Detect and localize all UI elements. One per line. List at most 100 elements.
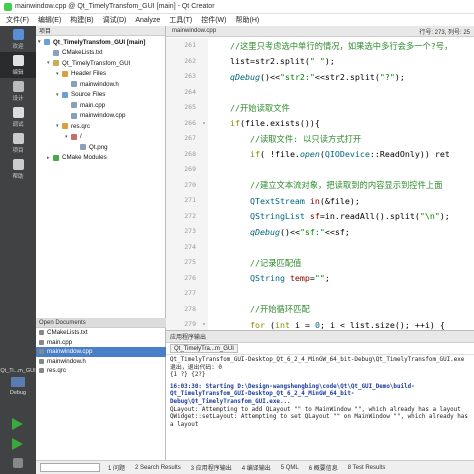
window-title: mainwindow.cpp @ Qt_TimelyTransfom_GUI [… (15, 3, 215, 10)
status-tab[interactable]: 4 编译输出 (242, 463, 271, 472)
code-text: //记录匹配值 (249, 257, 302, 268)
mode-wrench[interactable]: 项目 (0, 130, 36, 156)
line-number: 278 (166, 301, 200, 317)
code-line[interactable]: 261 //这里只考虑选中单行的情况，如果选中多行会多一个?号， (166, 38, 474, 54)
line-number: 273 (166, 224, 200, 240)
folder-icon (62, 70, 68, 77)
code-editor[interactable]: mainwindow.cpp 行号: 273, 列号: 25 261 //这里只… (166, 26, 474, 426)
status-tab[interactable]: 6 概要信息 (309, 463, 338, 472)
code-line[interactable]: 271 QTextStream in(&file); (166, 193, 474, 209)
code-line[interactable]: 266 ▾ if(file.exists()){ (166, 115, 474, 131)
line-number: 265 (166, 100, 200, 116)
menu-item[interactable]: 工具(T) (169, 15, 192, 25)
tree-item[interactable]: ▸ CMake Modules (36, 153, 165, 164)
folder-icon (53, 60, 59, 67)
tree-item[interactable]: main.cpp (36, 100, 165, 111)
editor-toolbar: mainwindow.cpp 行号: 273, 列号: 25 (166, 26, 474, 37)
tree-item[interactable]: ▾ Header Files (36, 69, 165, 80)
tree-item[interactable]: ▾ / (36, 132, 165, 143)
tree-item[interactable]: Qt.png (36, 142, 165, 153)
code-line[interactable]: 262 list=str2.split(" "); (166, 53, 474, 69)
open-document-label: main.cpp (47, 338, 73, 346)
output-line: QLayout: Attempting to add QLayout "" to… (170, 406, 461, 413)
mode-help[interactable]: 帮助 (0, 156, 36, 182)
file-icon (39, 339, 44, 345)
tree-item[interactable]: mainwindow.h (36, 79, 165, 90)
menu-item[interactable]: 调试(D) (103, 15, 127, 25)
tree-item[interactable]: ▾ Source Files (36, 90, 165, 101)
tree-item-label: Qt.png (89, 143, 108, 151)
mode-label: 项目 (12, 147, 24, 154)
tree-item[interactable]: ▾ res.qrc (36, 121, 165, 132)
status-tab[interactable]: 3 应用程序输出 (191, 463, 232, 472)
line-number: 276 (166, 270, 200, 286)
run-icon[interactable] (12, 418, 23, 430)
project-panel: 项目 ▾ Qt_TimelyTransfom_GUI [main] CMakeLis… (36, 26, 166, 460)
code-line[interactable]: 263 qDebug()<<"str2:"<<str2.split("?"); (166, 69, 474, 85)
mode-pencil[interactable]: 设计 (0, 78, 36, 104)
status-tab[interactable]: 2 Search Results (135, 465, 181, 471)
file-icon (39, 330, 44, 336)
line-number: 262 (166, 53, 200, 69)
code-line[interactable]: 268 if( !file.open(QIODevice::ReadOnly))… (166, 146, 474, 162)
kit-project: Qt_Ti...m_GUI (0, 368, 36, 374)
menu-item[interactable]: 帮助(H) (236, 15, 260, 25)
code-text: QStringList sf=in.readAll().split("\n"); (249, 211, 450, 222)
code-text: //开始循环匹配 (249, 304, 310, 315)
folder-icon (44, 39, 50, 46)
open-document-item[interactable]: mainwindow.h (36, 357, 166, 367)
tree-item[interactable]: mainwindow.cpp (36, 111, 165, 122)
code-line[interactable]: 273 qDebug()<<"sf:"<<sf; (166, 224, 474, 240)
code-line[interactable]: 275 //记录匹配值 (166, 255, 474, 271)
build-icon[interactable] (13, 458, 23, 468)
status-tab[interactable]: 1 问题 (108, 463, 125, 472)
tree-item[interactable]: CMakeLists.txt (36, 48, 165, 59)
line-number: 266 (166, 115, 200, 131)
menu-item[interactable]: 控件(W) (201, 15, 226, 25)
mode-grid[interactable]: 欢迎 (0, 26, 36, 52)
kit-selector[interactable]: Qt_Ti...m_GUI Debug (0, 368, 36, 396)
code-line[interactable]: 278 //开始循环匹配 (166, 301, 474, 317)
line-number: 267 (166, 131, 200, 147)
editor-file-tab[interactable]: mainwindow.cpp (172, 28, 216, 34)
open-document-item[interactable]: res.qrc (36, 366, 166, 376)
line-number: 269 (166, 162, 200, 178)
code-line[interactable]: 269 (166, 162, 474, 178)
menu-item[interactable]: 构建(B) (70, 15, 93, 25)
open-document-item[interactable]: mainwindow.cpp (36, 347, 166, 357)
tree-item[interactable]: ▾ Qt_TimelyTransfom_GUI [main] (36, 37, 165, 48)
open-document-item[interactable]: main.cpp (36, 338, 166, 348)
fold-gutter (200, 38, 208, 54)
fold-gutter (200, 270, 208, 286)
debug-run-icon[interactable] (12, 438, 23, 450)
bug-icon (12, 106, 24, 118)
output-tab[interactable]: Qt_TimelyTra...m_GUI (170, 344, 238, 353)
locator-input[interactable] (40, 463, 100, 472)
code-line[interactable]: 264 (166, 84, 474, 100)
fold-gutter (200, 53, 208, 69)
code-line[interactable]: 274 (166, 239, 474, 255)
code-line[interactable]: 272 QStringList sf=in.readAll().split("\… (166, 208, 474, 224)
code-line[interactable]: 276 QString temp=""; (166, 270, 474, 286)
code-text: list=str2.split(" "); (210, 56, 335, 67)
menu-item[interactable]: 编辑(E) (38, 15, 61, 25)
mode-edit[interactable]: 编辑 (0, 52, 36, 78)
status-tab[interactable]: 8 Test Results (348, 465, 386, 471)
file-icon (39, 358, 44, 364)
code-line[interactable]: 265 //开始读取文件 (166, 100, 474, 116)
output-tabs: Qt_TimelyTra...m_GUI (166, 343, 474, 355)
fold-marker-icon[interactable]: ▾ (200, 115, 208, 131)
open-document-item[interactable]: CMakeLists.txt (36, 328, 166, 338)
folder-icon (71, 133, 77, 140)
status-tab[interactable]: 5 QML (281, 465, 299, 471)
mode-bug[interactable]: 调试 (0, 104, 36, 130)
code-line[interactable]: 267 //读取文件: 以只读方式打开 (166, 131, 474, 147)
line-number: 264 (166, 84, 200, 100)
menu-item[interactable]: Analyze (135, 17, 160, 24)
menu-item[interactable]: 文件(F) (6, 15, 29, 25)
code-text: QTextStream in(&file); (249, 195, 360, 206)
code-line[interactable]: 277 (166, 286, 474, 302)
file-icon (39, 349, 44, 355)
tree-item[interactable]: ▾ Qt_TimelyTransfom_GUI (36, 58, 165, 69)
code-line[interactable]: 270 //建立文本流对象，把读取到的内容显示到控件上面 (166, 177, 474, 193)
